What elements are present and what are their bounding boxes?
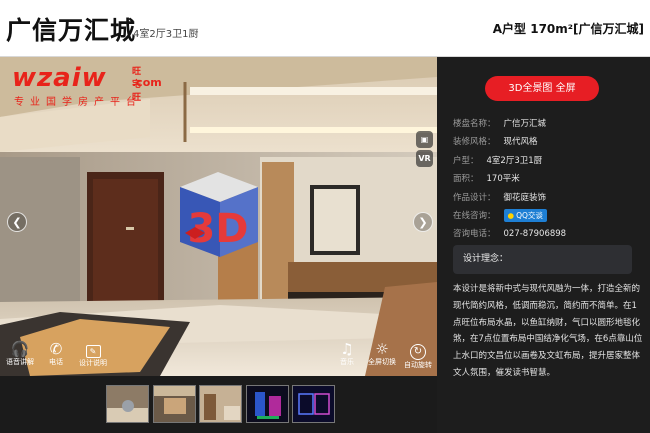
next-scene-button[interactable]: ❯ (413, 212, 433, 232)
info-value: 027-87906898 (503, 229, 567, 240)
info-row-area: 面积： 170平米 (453, 170, 643, 188)
rotate-icon: ↻ (410, 344, 426, 360)
light-bulb-icon: ☼ (375, 340, 389, 358)
info-key: 作品设计： (453, 192, 496, 203)
fullscreen-3d-button[interactable]: 3D全景图 全屏 (485, 76, 599, 101)
design-concept-heading: 设计理念： (453, 245, 632, 274)
house-type-label: A户型 170m²[广信万汇城] (492, 22, 644, 36)
logo-domain: .com (132, 76, 162, 89)
qq-chat-label: QQ交谈 (516, 210, 543, 220)
tool-label: 电话 (49, 358, 63, 366)
page-header: 广信万汇城 4室2厅3卫1厨 A户型 170m²[广信万汇城] (0, 0, 650, 56)
tool-label: 自动旋转 (404, 361, 432, 369)
edit-icon: ✎ (85, 345, 101, 358)
info-key: 装修风格： (453, 137, 496, 148)
logo-slogan: 专业国学房产平台 (14, 97, 142, 108)
info-key: 楼盘名称： (453, 119, 496, 129)
music-button[interactable]: ♫ 音乐 (332, 341, 362, 367)
vr-button[interactable]: VR (416, 150, 433, 167)
tool-label: 设计说明 (79, 359, 107, 367)
scene-thumbnail[interactable] (246, 385, 289, 423)
design-notes-button[interactable]: ✎ 设计说明 (78, 341, 108, 368)
page: 广信万汇城 4室2厅3卫1厨 A户型 170m²[广信万汇城] 3D wzaiw… (0, 0, 650, 433)
scene-thumbnail[interactable] (153, 385, 196, 423)
vr-label: VR (418, 154, 431, 163)
info-panel: 3D全景图 全屏 楼盘名称： 广信万汇城 装修风格： 现代风格 户型： 4室2厅3卫1… (437, 57, 650, 433)
thumbnail-image (247, 386, 288, 422)
info-row-phone: 咨询电话： 027-87906898 (453, 225, 643, 243)
view-switch-button[interactable]: ▣ (416, 131, 433, 148)
chevron-right-icon: ❯ (418, 215, 428, 229)
info-key: 咨询电话： (453, 229, 496, 240)
property-info-list: 楼盘名称： 广信万汇城 装修风格： 现代风格 户型： 4室2厅3卫1厨 面积： 170平… (453, 115, 643, 244)
phone-button[interactable]: ✆ 电话 (41, 341, 71, 367)
scene-thumbnail-strip (0, 376, 437, 433)
qq-chat-button[interactable]: ● QQ交谈 (503, 208, 547, 222)
layout-subtitle: 4室2厅3卫1厨 (133, 29, 199, 40)
chevron-left-icon: ❮ (12, 215, 22, 229)
info-key: 面积： (453, 174, 479, 185)
info-row-name: 楼盘名称： 广信万汇城 (453, 115, 643, 133)
thumbnail-image (293, 386, 334, 422)
tool-label: 语音讲解 (6, 358, 34, 366)
voice-guide-button[interactable]: 🎧 语音讲解 (5, 341, 35, 367)
fullscreen-toggle-button[interactable]: ☼ 全屏切换 (367, 341, 397, 367)
info-row-online-consult: 在线咨询： ● QQ交谈 (453, 207, 643, 225)
penguin-icon: ● (507, 210, 515, 220)
info-value: 170平米 (486, 174, 520, 185)
page-title: 广信万汇城 (6, 16, 137, 45)
info-key: 户型： (453, 155, 479, 166)
info-row-layout: 户型： 4室2厅3卫1厨 (453, 152, 643, 170)
info-value: 现代风格 (503, 137, 538, 148)
thumbnail-image (200, 386, 241, 422)
info-row-style: 装修风格： 现代风格 (453, 133, 643, 151)
image-icon: ▣ (420, 135, 429, 144)
info-value: 御花庭装饰 (503, 192, 547, 203)
info-row-designer: 作品设计： 御花庭装饰 (453, 189, 643, 207)
info-value: 广信万汇城 (503, 119, 547, 129)
thumbnail-image (107, 386, 148, 422)
info-key: 在线咨询： (453, 210, 496, 221)
music-note-icon: ♫ (340, 340, 354, 358)
headphones-icon: 🎧 (10, 340, 30, 358)
panorama-viewer[interactable]: 3D wzaiw 旺宅旺 .com 专业国学房产平台 ▣ VR ❮ ❯ 🎧 语音… (0, 57, 437, 376)
scene-thumbnail[interactable] (106, 385, 149, 423)
watermark-logo: wzaiw 旺宅旺 .com 专业国学房产平台 (12, 63, 162, 108)
auto-rotate-button[interactable]: ↻ 自动旋转 (403, 341, 433, 370)
info-value: 4室2厅3卫1厨 (486, 155, 543, 166)
scene-thumbnail[interactable] (292, 385, 335, 423)
tool-label: 全屏切换 (368, 358, 396, 366)
logo-brand: wzaiw (12, 63, 107, 93)
phone-icon: ✆ (49, 340, 63, 358)
viewer-toolbar: 🎧 语音讲解 ✆ 电话 ✎ 设计说明 ♫ 音乐 ☼ 全屏切换 ↻ 自动旋转 (0, 337, 437, 376)
thumbnail-image (154, 386, 195, 422)
design-concept-text: 本设计是将新中式与现代风融为一体，打造全新的现代简约风格，低调而稳沉，简约而不简… (453, 284, 643, 378)
prev-scene-button[interactable]: ❮ (7, 212, 27, 232)
scene-thumbnail[interactable] (199, 385, 242, 423)
tool-label: 音乐 (340, 358, 354, 366)
